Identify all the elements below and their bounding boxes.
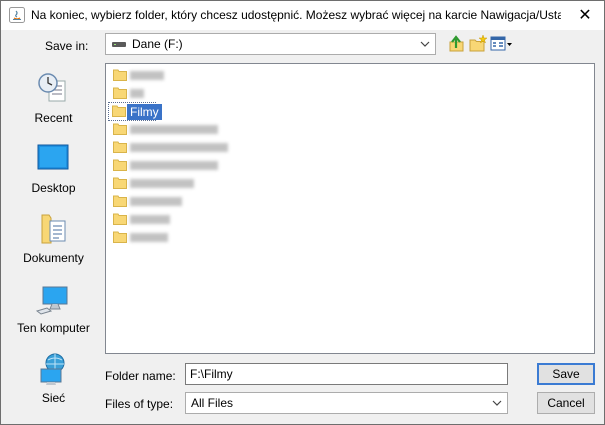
obscured-filename [130, 215, 170, 224]
place-computer[interactable]: Ten komputer [9, 273, 98, 343]
java-icon [9, 7, 25, 23]
close-button[interactable]: ✕ [566, 1, 604, 30]
files-of-type-label: Files of type: [105, 397, 174, 411]
files-of-type-value: All Files [191, 396, 234, 410]
documents-icon [41, 214, 66, 244]
folder-icon [113, 87, 127, 99]
list-item[interactable] [110, 85, 310, 102]
folder-icon [113, 231, 127, 243]
place-recent[interactable]: Recent [9, 63, 98, 133]
title-bar[interactable]: Na koniec, wybierz folder, który chcesz … [1, 1, 604, 30]
drive-icon [112, 42, 126, 47]
folder-icon [113, 141, 127, 153]
obscured-filename [130, 197, 182, 206]
up-folder-icon[interactable] [447, 34, 467, 54]
recent-icon [38, 73, 66, 102]
desktop-icon [37, 144, 69, 170]
obscured-filename [130, 233, 168, 242]
files-of-type-combo[interactable]: All Files [185, 392, 508, 414]
save-in-label: Save in: [45, 39, 89, 53]
window-title: Na koniec, wybierz folder, który chcesz … [31, 8, 561, 22]
save-in-combo[interactable]: Dane (F:) [105, 33, 436, 55]
save-in-value: Dane (F:) [132, 37, 183, 51]
place-label: Ten komputer [17, 321, 90, 335]
place-documents[interactable]: Dokumenty [9, 203, 98, 273]
folder-icon [113, 195, 127, 207]
place-network[interactable]: Sieć [9, 343, 98, 413]
folder-name-input[interactable]: F:\Filmy [185, 363, 508, 385]
list-item[interactable] [110, 175, 310, 192]
new-folder-icon[interactable] [468, 34, 488, 54]
places-sidebar: Recent Desktop Dokumenty Ten komputer Si… [9, 63, 98, 415]
list-item[interactable] [110, 157, 310, 174]
folder-icon [113, 213, 127, 225]
file-list[interactable]: Filmy [105, 63, 595, 354]
file-name: Filmy [127, 104, 162, 120]
chevron-down-icon [492, 400, 502, 406]
place-label: Desktop [31, 181, 76, 195]
file-chooser-dialog: Na koniec, wybierz folder, który chcesz … [0, 0, 605, 425]
folder-name-label: Folder name: [105, 369, 176, 383]
computer-icon [35, 286, 68, 315]
folder-icon [112, 105, 126, 117]
folder-icon [113, 159, 127, 171]
obscured-filename [130, 143, 228, 152]
place-label: Recent [34, 111, 73, 125]
list-item[interactable] [110, 193, 310, 210]
list-item[interactable] [110, 121, 310, 138]
obscured-filename [130, 179, 194, 188]
chevron-down-icon [420, 41, 430, 47]
close-icon: ✕ [578, 6, 592, 24]
cancel-button[interactable]: Cancel [537, 392, 595, 414]
obscured-filename [130, 161, 218, 170]
place-desktop[interactable]: Desktop [9, 133, 98, 203]
obscured-filename [130, 71, 164, 80]
folder-icon [113, 69, 127, 81]
folder-icon [113, 123, 127, 135]
save-button[interactable]: Save [537, 363, 595, 385]
list-item[interactable] [110, 229, 310, 246]
list-item[interactable] [110, 67, 310, 84]
list-item[interactable] [110, 139, 310, 156]
place-label: Sieć [41, 391, 66, 405]
list-item[interactable] [110, 211, 310, 228]
folder-icon [113, 177, 127, 189]
network-icon [40, 353, 65, 385]
obscured-filename [130, 89, 144, 98]
obscured-filename [130, 125, 218, 134]
place-label: Dokumenty [23, 251, 84, 265]
view-menu-icon[interactable] [490, 34, 514, 54]
list-item-selected[interactable]: Filmy [108, 102, 162, 121]
